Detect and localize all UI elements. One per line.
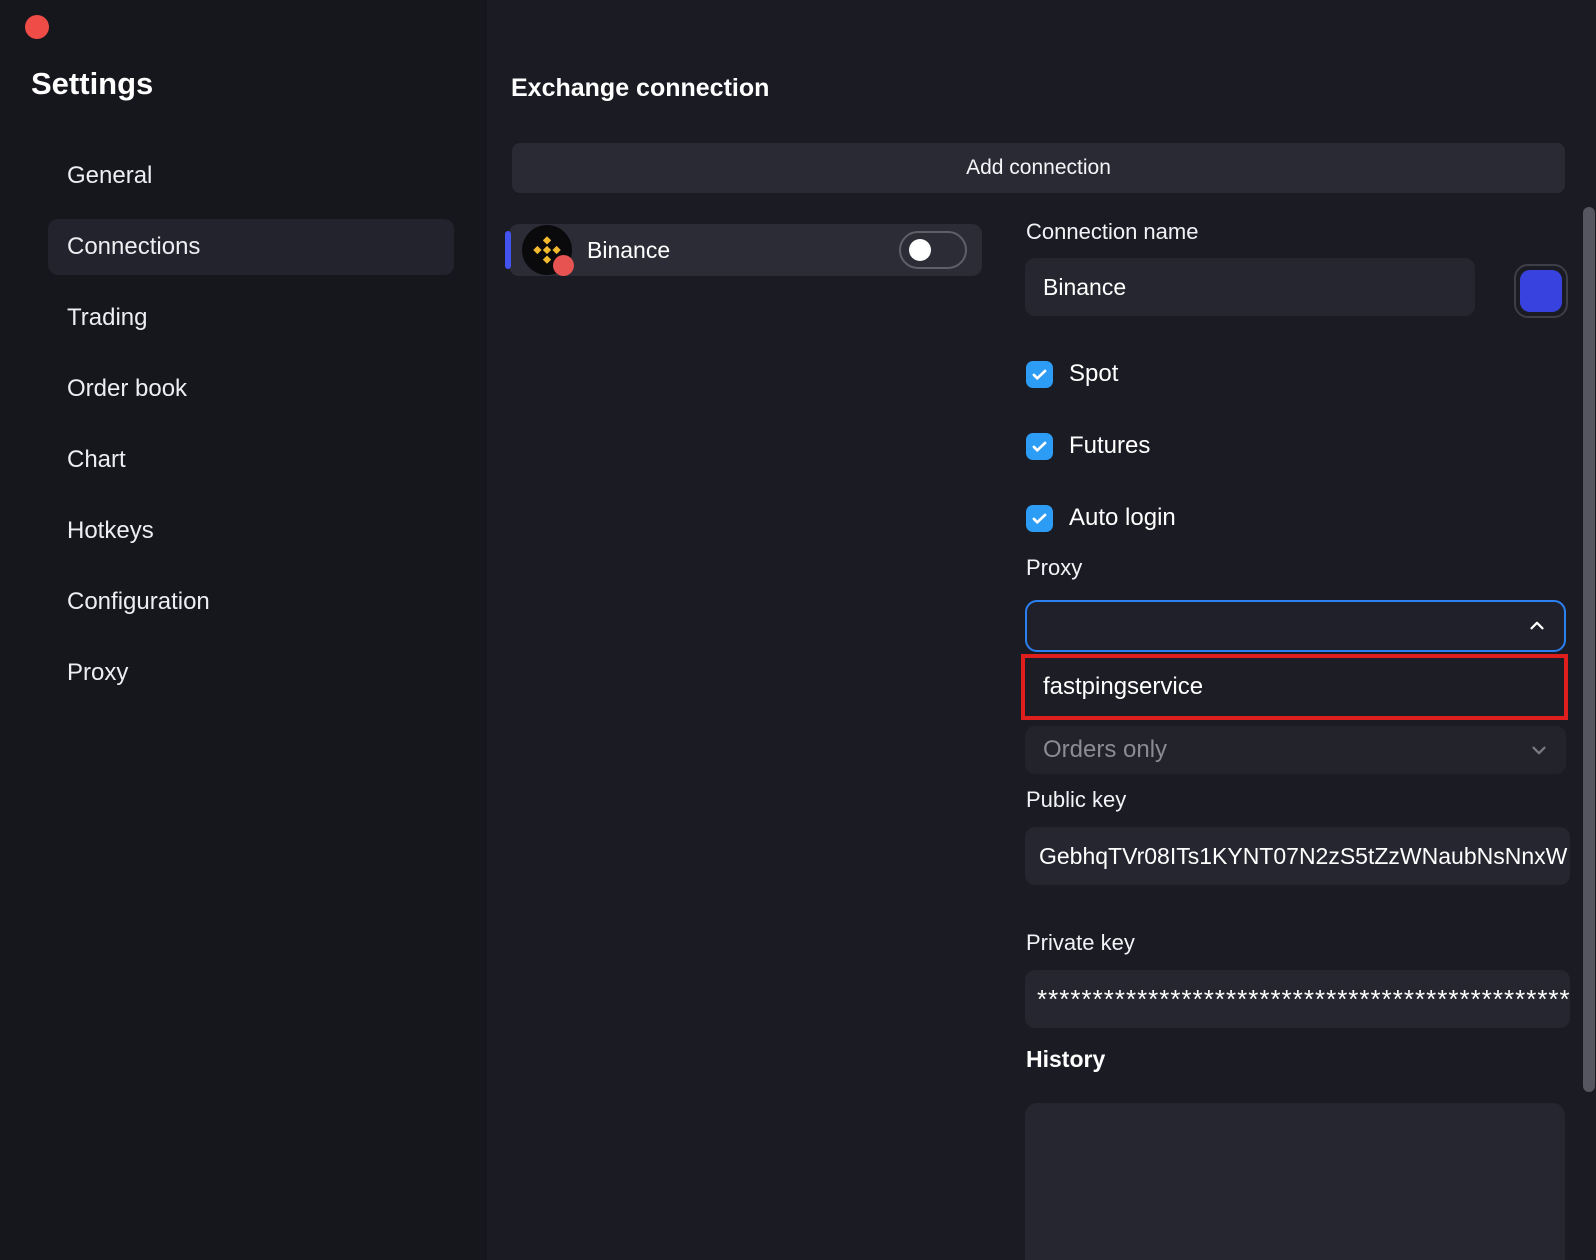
add-connection-button[interactable]: Add connection — [512, 143, 1565, 193]
history-panel — [1025, 1103, 1565, 1260]
connection-status-icon — [553, 255, 574, 276]
checkbox-label: Futures — [1069, 432, 1150, 460]
checkbox-futures[interactable]: Futures — [1026, 429, 1150, 463]
proxy-select[interactable] — [1025, 600, 1566, 652]
connection-color-picker[interactable] — [1514, 264, 1568, 318]
proxy-label: Proxy — [1026, 555, 1082, 581]
settings-window: Settings General Connections Trading Ord… — [0, 0, 1596, 1260]
checkbox-spot[interactable]: Spot — [1026, 357, 1118, 391]
sidebar-item-label: Configuration — [67, 588, 210, 616]
proxy-option-fastpingservice[interactable]: fastpingservice — [1043, 673, 1203, 701]
sidebar-item-general[interactable]: General — [48, 148, 454, 204]
sidebar-item-label: Proxy — [67, 659, 128, 687]
orders-only-value: Orders only — [1043, 736, 1167, 764]
chevron-down-icon — [1528, 739, 1550, 761]
checkbox-label: Spot — [1069, 360, 1118, 388]
history-label: History — [1026, 1046, 1105, 1073]
add-connection-label: Add connection — [966, 156, 1111, 180]
sidebar-item-hotkeys[interactable]: Hotkeys — [48, 503, 454, 559]
sidebar: Settings General Connections Trading Ord… — [0, 0, 487, 1260]
sidebar-item-trading[interactable]: Trading — [48, 290, 454, 346]
checkbox-label: Auto login — [1069, 504, 1176, 532]
private-key-input[interactable]: ****************************************… — [1025, 970, 1570, 1028]
connection-name-value: Binance — [1043, 274, 1126, 301]
section-title: Exchange connection — [511, 74, 769, 103]
public-key-value: GebhqTVr08ITs1KYNT07N2zS5tZzWNaubNsNnxW — [1039, 843, 1567, 870]
public-key-input[interactable]: GebhqTVr08ITs1KYNT07N2zS5tZzWNaubNsNnxW — [1025, 827, 1570, 885]
scrollbar-thumb[interactable] — [1583, 207, 1595, 1092]
toggle-knob — [909, 239, 931, 261]
public-key-label: Public key — [1026, 787, 1126, 813]
sidebar-item-label: Connections — [67, 233, 200, 261]
connection-name-label: Connection name — [1026, 219, 1198, 245]
orders-only-select[interactable]: Orders only — [1025, 726, 1566, 774]
color-swatch — [1520, 270, 1562, 312]
sidebar-item-chart[interactable]: Chart — [48, 432, 454, 488]
checkbox-auto-login[interactable]: Auto login — [1026, 501, 1176, 535]
sidebar-item-configuration[interactable]: Configuration — [48, 574, 454, 630]
chevron-up-icon — [1526, 615, 1548, 637]
sidebar-item-label: Hotkeys — [67, 517, 154, 545]
checked-checkbox-icon — [1026, 361, 1053, 388]
sidebar-item-label: Chart — [67, 446, 126, 474]
selected-indicator-bar — [505, 231, 511, 269]
connection-name: Binance — [587, 237, 670, 264]
checked-checkbox-icon — [1026, 433, 1053, 460]
sidebar-item-label: General — [67, 162, 152, 190]
private-key-label: Private key — [1026, 930, 1135, 956]
checked-checkbox-icon — [1026, 505, 1053, 532]
sidebar-item-order-book[interactable]: Order book — [48, 361, 454, 417]
binance-logo-icon — [522, 225, 572, 275]
sidebar-item-connections[interactable]: Connections — [48, 219, 454, 275]
private-key-masked-value: ****************************************… — [1037, 984, 1570, 1015]
page-title: Settings — [31, 66, 153, 102]
sidebar-item-proxy[interactable]: Proxy — [48, 645, 454, 701]
connection-name-input[interactable]: Binance — [1025, 258, 1475, 316]
connection-item-binance[interactable]: Binance — [509, 224, 982, 276]
connection-enable-toggle[interactable] — [899, 231, 967, 269]
sidebar-item-label: Trading — [67, 304, 147, 332]
sidebar-item-label: Order book — [67, 375, 187, 403]
sidebar-nav: General Connections Trading Order book C… — [48, 148, 454, 701]
annotation-red-box: fastpingservice — [1021, 654, 1568, 720]
window-close-icon[interactable] — [25, 15, 49, 39]
